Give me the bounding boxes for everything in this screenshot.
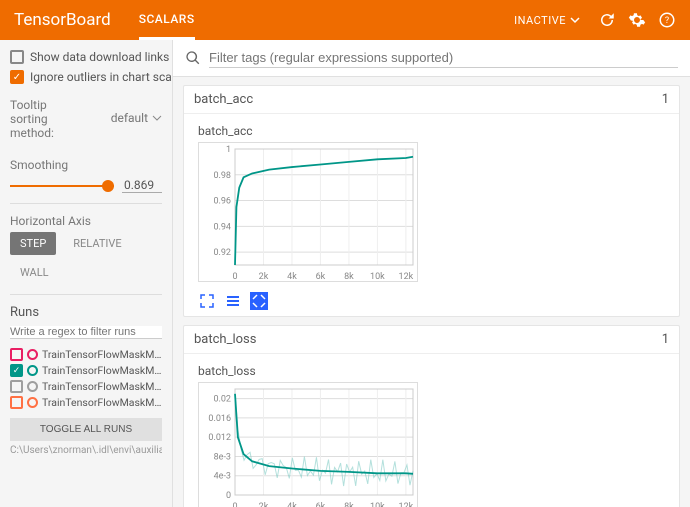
svg-text:10k: 10k (370, 272, 385, 282)
fit-icon[interactable] (250, 292, 268, 310)
panel-count: 1 (662, 332, 669, 347)
haxis-wall-button[interactable]: WALL (10, 261, 59, 284)
sidebar: Show data download links ✓ Ignore outlie… (0, 40, 173, 507)
run-label: TrainTensorFlowMaskModel_model_422932095… (42, 380, 162, 393)
status-label: INACTIVE (514, 14, 566, 27)
runs-path: C:\Users\znorman\.idl\envi\auxiliary\t (10, 445, 162, 456)
svg-text:4k: 4k (287, 502, 297, 507)
tag-filter-input[interactable] (209, 48, 678, 68)
svg-text:8e-3: 8e-3 (214, 452, 231, 462)
svg-text:10k: 10k (370, 502, 385, 507)
panel-batch-acc: batch_acc 1 batch_acc 0.920.940.960.9810… (183, 85, 680, 317)
panel-count: 1 (662, 92, 669, 107)
batch-acc-chart[interactable]: 0.92 0.94 0.96 0.98 1 0 2k 4k 6k 8k 10k 12k (198, 142, 418, 282)
chart-title: batch_loss (198, 364, 665, 378)
run-checkbox[interactable] (10, 348, 23, 361)
tooltip-sort-select[interactable]: default (111, 111, 162, 125)
panel-batch-loss: batch_loss 1 batch_loss 0 4e-3 8e-3 0.012 0.… (183, 325, 680, 507)
tab-scalars[interactable]: SCALARS (139, 0, 195, 40)
panel-batch-acc-header[interactable]: batch_acc 1 (184, 86, 679, 114)
batch-loss-chart[interactable]: 0 4e-3 8e-3 0.012 0.016 0.02 0 2k 4k 6k 8k 10k 12k (198, 382, 418, 507)
svg-text:1: 1 (226, 145, 231, 155)
brand-logo: TensorBoard (14, 10, 111, 30)
svg-text:2k: 2k (259, 502, 269, 507)
app-header: TensorBoard SCALARS INACTIVE ? (0, 0, 690, 40)
ignore-outliers-checkbox[interactable]: ✓ (10, 70, 24, 84)
svg-text:0.02: 0.02 (213, 395, 231, 405)
svg-text:0.012: 0.012 (208, 433, 231, 443)
chevron-down-icon (570, 15, 580, 25)
status-dropdown[interactable]: INACTIVE (514, 14, 580, 27)
svg-text:4e-3: 4e-3 (214, 472, 231, 482)
panel-title: batch_acc (194, 92, 253, 107)
haxis-label: Horizontal Axis (10, 214, 162, 228)
haxis-step-button[interactable]: STEP (10, 232, 56, 255)
panel-batch-loss-header[interactable]: batch_loss 1 (184, 326, 679, 354)
chart-title: batch_acc (198, 124, 665, 138)
svg-text:0: 0 (232, 272, 237, 282)
svg-text:0.94: 0.94 (213, 222, 231, 232)
svg-text:12k: 12k (399, 272, 414, 282)
gear-icon[interactable] (628, 11, 646, 29)
svg-text:6k: 6k (316, 502, 326, 507)
run-row: TrainTensorFlowMaskModel_model_422932095… (10, 380, 162, 393)
smoothing-input[interactable]: 0.869 (122, 178, 162, 193)
panel-title: batch_loss (194, 332, 256, 347)
svg-text:4k: 4k (287, 272, 297, 282)
smoothing-slider[interactable] (10, 185, 114, 187)
run-radio[interactable] (27, 397, 38, 408)
tooltip-sort-label: Tooltip sorting method: (10, 98, 80, 140)
run-radio[interactable] (27, 381, 38, 392)
svg-text:12k: 12k (399, 502, 414, 507)
smoothing-label: Smoothing (10, 158, 162, 172)
run-row: TrainTensorFlowMaskModel_model_516703945… (10, 396, 162, 409)
run-checkbox[interactable]: ✓ (10, 364, 23, 377)
svg-text:0.016: 0.016 (208, 414, 231, 424)
expand-icon[interactable] (198, 292, 216, 310)
svg-text:8k: 8k (344, 502, 354, 507)
help-icon[interactable]: ? (658, 11, 676, 29)
svg-text:0: 0 (232, 502, 237, 507)
svg-text:0: 0 (226, 491, 231, 501)
search-icon (185, 50, 201, 66)
content-area: batch_acc 1 batch_acc 0.920.940.960.9810… (173, 40, 690, 507)
svg-text:0.98: 0.98 (213, 171, 231, 181)
runs-filter-input[interactable] (10, 326, 162, 339)
svg-text:6k: 6k (316, 272, 326, 282)
run-label: TrainTensorFlowMaskModel_model_767271453… (42, 348, 162, 361)
show-download-checkbox[interactable] (10, 50, 24, 64)
svg-text:0.96: 0.96 (213, 197, 231, 207)
show-download-label: Show data download links (30, 50, 169, 64)
run-checkbox[interactable] (10, 380, 23, 393)
run-radio[interactable] (27, 365, 38, 376)
svg-text:?: ? (665, 16, 669, 26)
haxis-relative-button[interactable]: RELATIVE (63, 232, 131, 255)
list-icon[interactable] (224, 292, 242, 310)
refresh-icon[interactable] (598, 11, 616, 29)
run-radio[interactable] (27, 349, 38, 360)
run-checkbox[interactable] (10, 396, 23, 409)
run-label: TrainTensorFlowMaskModel_model_272313280… (42, 364, 162, 377)
chevron-down-icon (152, 113, 162, 123)
toggle-all-runs-button[interactable]: TOGGLE ALL RUNS (10, 418, 162, 441)
svg-text:2k: 2k (259, 272, 269, 282)
tooltip-sort-value: default (111, 111, 148, 125)
run-row: TrainTensorFlowMaskModel_model_767271453… (10, 348, 162, 361)
run-row: ✓ TrainTensorFlowMaskModel_model_27231328… (10, 364, 162, 377)
ignore-outliers-label: Ignore outliers in chart scalin (30, 70, 173, 84)
runs-title: Runs (10, 305, 162, 320)
svg-text:0.92: 0.92 (213, 248, 231, 258)
svg-text:8k: 8k (344, 272, 354, 282)
run-label: TrainTensorFlowMaskModel_model_516703945… (42, 396, 162, 409)
